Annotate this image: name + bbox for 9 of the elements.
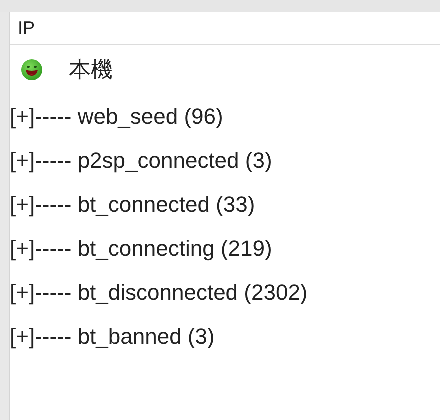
tree-item[interactable]: [+]----- bt_connecting (219) [10,236,272,262]
tree-item[interactable]: [+]----- bt_banned (3) [10,324,215,350]
tree-item[interactable]: 本機 [69,55,113,85]
tree-item[interactable]: [+]----- bt_disconnected (2302) [10,280,308,306]
column-header[interactable]: IP [18,18,36,38]
tree-item[interactable]: [+]----- p2sp_connected (3) [10,148,272,174]
tree-item[interactable]: [+]----- bt_connected (33) [10,192,256,218]
smiley-icon [21,59,43,81]
tree-item[interactable]: [+]----- web_seed (96) [10,104,224,130]
